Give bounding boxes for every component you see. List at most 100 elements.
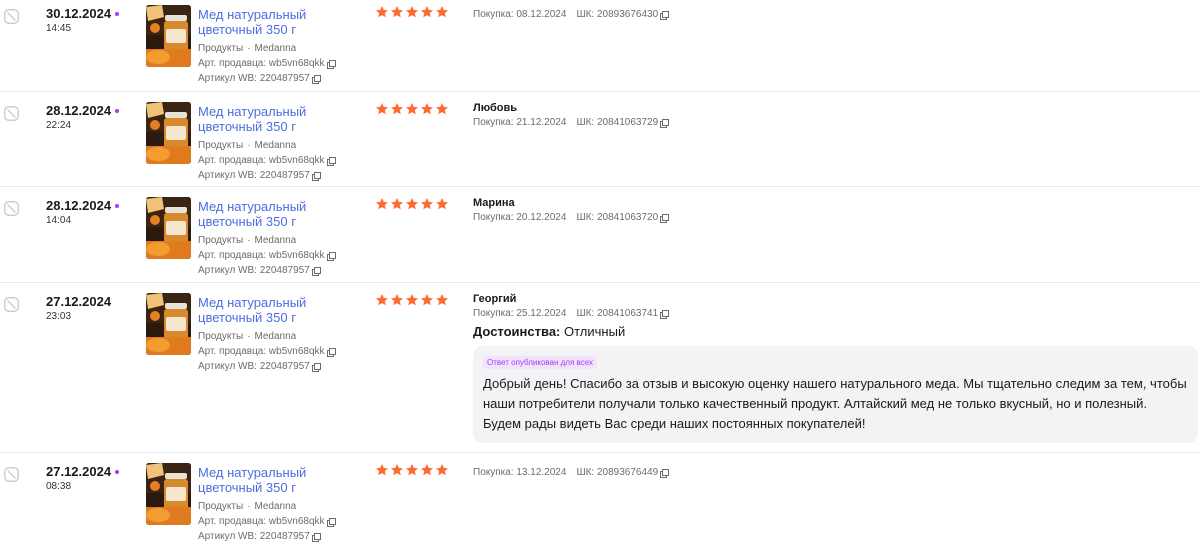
date-column: 28.12.2024 14:04 [46,198,120,227]
copy-icon[interactable] [326,517,336,527]
review-date-wrap: 30.12.2024 [46,6,120,22]
star-icon [390,5,404,19]
star-icon [405,197,419,211]
copy-icon[interactable] [311,532,321,542]
row-select-checkbox[interactable] [4,106,19,121]
star-icon [405,102,419,116]
date-column: 27.12.2024 08:38 [46,464,120,493]
review-time: 14:45 [46,23,72,34]
copy-icon[interactable] [660,11,670,20]
seller-art-value: wb5vn68qkk [268,58,325,69]
review-date: 28.12.2024 [46,198,112,213]
purchase-label: Покупка: [473,117,514,128]
seller-art-value: wb5vn68qkk [268,516,325,527]
copy-icon[interactable] [326,251,336,261]
star-icon [375,197,389,211]
product-name-link[interactable]: Мед натуральный цветочный 350 г [198,104,328,134]
seller-art-line: Арт. продавца: wb5vn68qkk [198,514,336,529]
copy-icon[interactable] [660,310,670,319]
product-name-link[interactable]: Мед натуральный цветочный 350 г [198,199,328,229]
unread-dot-icon [115,204,120,208]
review-row[interactable]: 28.12.2024 14:04 Мед натуральный цветочный… [0,187,1200,283]
review-body: Любовь Покупка: 21.12.2024 ШК: 20841063729 [473,101,1198,130]
pros-label: Достоинства: [473,324,561,339]
copy-icon[interactable] [660,119,670,128]
review-author: Любовь [473,102,518,114]
product-thumbnail[interactable] [146,5,191,67]
rating-stars [375,5,450,19]
star-icon [375,5,389,19]
review-date: 28.12.2024 [46,103,112,118]
copy-icon[interactable] [311,74,321,84]
product-name-link[interactable]: Мед натуральный цветочный 350 г [198,465,328,495]
product-thumbnail[interactable] [146,102,191,164]
copy-icon[interactable] [660,469,670,478]
wb-art-value: 220487957 [259,265,310,276]
star-icon [420,197,434,211]
purchase-date: 08.12.2024 [516,9,567,20]
barcode-label: ШК: [576,212,595,223]
product-thumbnail[interactable] [146,463,191,525]
rating-stars [375,463,450,477]
review-body: Марина Покупка: 20.12.2024 ШК: 20841063720 [473,196,1198,225]
product-info: Мед натуральный цветочный 350 г Продукты ·… [198,199,336,278]
product-category-line: Продукты · Medanna [198,43,297,54]
review-row[interactable]: 28.12.2024 22:24 Мед натуральный цветочный… [0,92,1200,187]
barcode-value: 20893676430 [597,9,659,20]
review-row[interactable]: 27.12.2024 23:03 Мед натуральный цветочный… [0,283,1200,453]
row-select-checkbox[interactable] [4,467,19,482]
copy-icon[interactable] [660,214,670,223]
wb-art-label: Артикул WB: [198,265,257,276]
review-author: Георгий [473,293,517,305]
purchase-label: Покупка: [473,212,514,223]
seller-answer[interactable]: Ответ опубликован для всех Добрый день! С… [473,346,1198,443]
seller-art-value: wb5vn68qkk [268,346,325,357]
review-date-wrap: 28.12.2024 [46,198,120,214]
copy-icon[interactable] [311,171,321,181]
copy-icon[interactable] [311,362,321,372]
row-select-checkbox[interactable] [4,201,19,216]
barcode-label: ШК: [576,308,595,319]
rating-stars [375,197,450,211]
product-brand: Medanna [254,331,297,342]
product-thumbnail[interactable] [146,293,191,355]
seller-art-label: Арт. продавца: [198,250,267,261]
star-icon [435,5,449,19]
row-select-checkbox[interactable] [4,297,19,312]
review-row[interactable]: 30.12.2024 14:45 Мед натуральный цветочный… [0,0,1200,92]
star-icon [435,102,449,116]
star-icon [375,102,389,116]
product-name-link[interactable]: Мед натуральный цветочный 350 г [198,295,328,325]
copy-icon[interactable] [326,59,336,69]
product-thumbnail[interactable] [146,197,191,259]
product-info: Мед натуральный цветочный 350 г Продукты ·… [198,7,336,86]
star-icon [420,293,434,307]
review-row[interactable]: 27.12.2024 08:38 Мед натуральный цветочный… [0,453,1200,543]
barcode-label: ШК: [576,117,595,128]
seller-art-label: Арт. продавца: [198,58,267,69]
review-body: Покупка: 08.12.2024 ШК: 20893676430 [473,8,1198,22]
copy-icon[interactable] [326,347,336,357]
row-select-checkbox[interactable] [4,9,19,24]
review-body: Покупка: 13.12.2024 ШК: 20893676449 [473,466,1198,480]
purchase-date: 13.12.2024 [516,467,567,478]
product-category-line: Продукты · Medanna [198,235,297,246]
product-info: Мед натуральный цветочный 350 г Продукты ·… [198,295,336,374]
copy-icon[interactable] [326,156,336,166]
review-author: Марина [473,197,515,209]
product-category: Продукты [198,235,244,246]
star-icon [375,463,389,477]
product-category: Продукты [198,43,244,54]
seller-art-value: wb5vn68qkk [268,250,325,261]
pros-value: Отличный [564,324,626,339]
product-category: Продукты [198,501,244,512]
copy-icon[interactable] [311,266,321,276]
seller-art-label: Арт. продавца: [198,155,267,166]
wb-art-line: Артикул WB: 220487957 [198,168,335,183]
product-category: Продукты [198,331,244,342]
product-brand: Medanna [254,140,297,151]
review-time: 23:03 [46,311,72,322]
purchase-info: Покупка: 25.12.2024 ШК: 20841063741 [473,307,1198,321]
product-name-link[interactable]: Мед натуральный цветочный 350 г [198,7,328,37]
barcode-value: 20841063729 [597,117,659,128]
